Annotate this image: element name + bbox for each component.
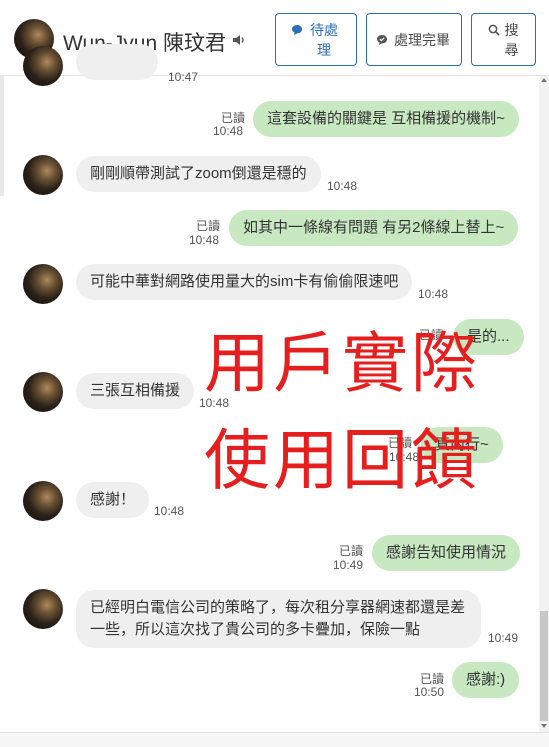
done-button[interactable]: 處理完畢 [366, 13, 462, 66]
speaker-icon[interactable] [232, 33, 246, 47]
overlay-caption-line1: 用戶實際 [204, 325, 480, 402]
timestamp: 10:48 [327, 179, 358, 193]
message-bubble-in: 剛剛順帶測試了zoom倒還是穩的 [76, 156, 321, 192]
left-edge [0, 76, 4, 196]
timestamp: 10:48 [189, 233, 220, 247]
search-button-label: 搜尋 [504, 21, 519, 58]
message-bubble-out: 這套設備的關鍵是 互相備援的機制~ [253, 101, 519, 137]
pending-button-label: 待處理 [310, 21, 338, 58]
read-status: 已讀 [339, 544, 364, 558]
search-icon [488, 24, 500, 36]
check-bubble-icon [377, 34, 387, 45]
avatar[interactable] [23, 46, 63, 86]
message-bubble-in: 感謝！ [76, 482, 150, 518]
input-toolbar [0, 732, 549, 747]
scrollbar[interactable] [539, 76, 549, 732]
avatar[interactable] [23, 155, 63, 195]
message-bubble-in: 三張互相備援 [76, 373, 195, 409]
timestamp: 10:49 [488, 631, 519, 645]
timestamp: 10:48 [418, 287, 449, 301]
avatar[interactable] [23, 264, 63, 304]
message-bubble-out: 感謝:) [452, 662, 520, 698]
scroll-down-icon[interactable] [541, 724, 547, 728]
timestamp: 10:47 [168, 70, 199, 84]
message-bubble-out: 如其中一條線有問題 有另2條線上替上~ [229, 210, 519, 246]
timestamp: 10:48 [154, 504, 185, 518]
timestamp: 10:48 [213, 124, 244, 138]
message-bubble-in: 可能中華對網路使用量大的sim卡有偷偷限速吧 [76, 264, 413, 300]
overlay-caption-line2: 使用回饋 [204, 422, 480, 499]
message-bubble-in [76, 44, 158, 80]
scrollbar-thumb[interactable] [540, 611, 548, 721]
avatar[interactable] [23, 372, 63, 412]
timestamp: 10:50 [414, 685, 445, 699]
message-bubble-in: 已經明白電信公司的策略了，每次租分享器網速都還是差一些，所以這次找了貴公司的多卡… [76, 590, 481, 648]
search-button[interactable]: 搜尋 [471, 13, 536, 66]
read-status: 已讀 [196, 219, 221, 233]
avatar[interactable] [23, 481, 63, 521]
timestamp: 10:49 [333, 558, 364, 572]
chat-bubble-icon [292, 24, 302, 35]
done-button-label: 處理完畢 [394, 31, 450, 48]
avatar[interactable] [23, 589, 63, 629]
scroll-up-icon[interactable] [541, 78, 547, 82]
pending-button[interactable]: 待處理 [275, 13, 357, 66]
message-bubble-out: 感謝告知使用情況 [372, 535, 521, 571]
